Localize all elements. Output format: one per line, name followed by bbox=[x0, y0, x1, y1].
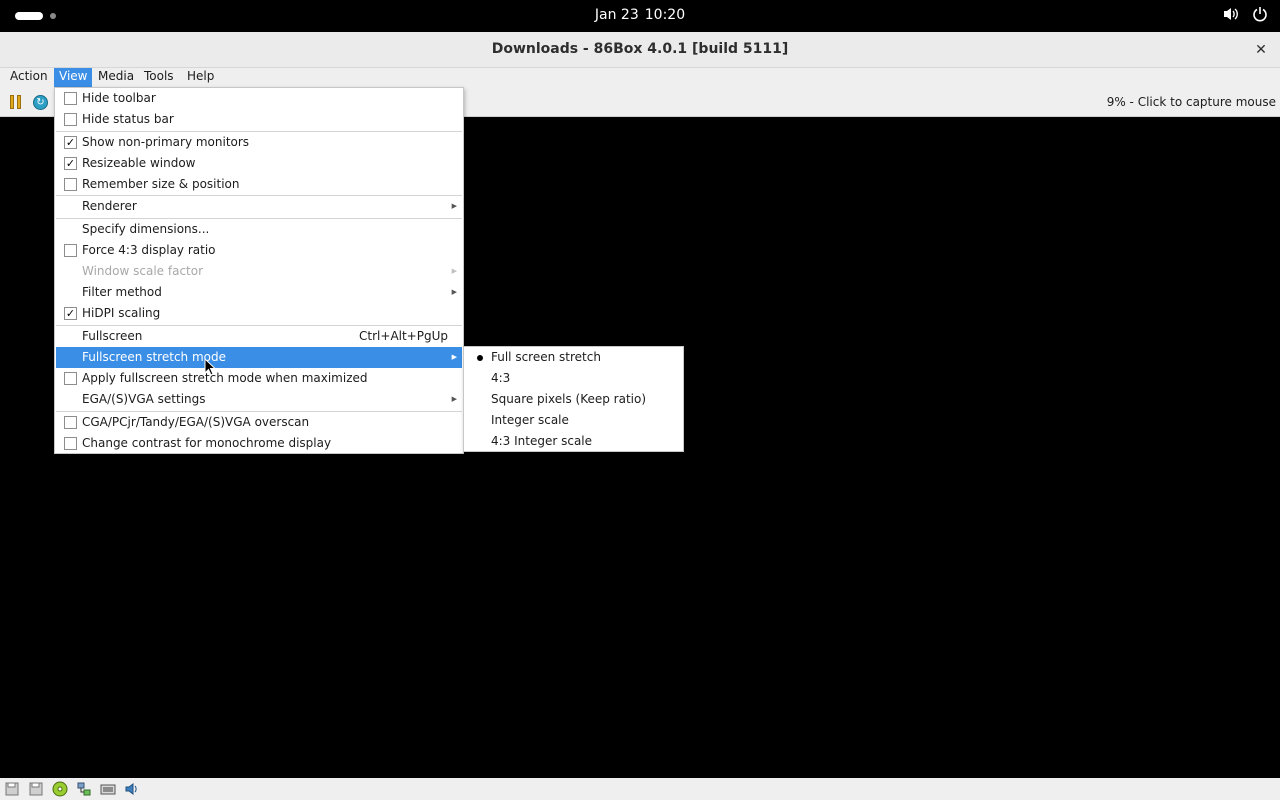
menu-item-window-scale-factor: Window scale factor ▶ bbox=[56, 261, 462, 282]
floppy-1-icon[interactable] bbox=[3, 781, 21, 797]
menu-tools[interactable]: Tools bbox=[139, 68, 179, 87]
checkbox-unchecked-icon[interactable] bbox=[64, 178, 77, 191]
menu-item-ega-svga-settings[interactable]: EGA/(S)VGA settings ▶ bbox=[56, 389, 462, 410]
submenu-arrow-icon: ▶ bbox=[451, 395, 457, 403]
menu-item-label: EGA/(S)VGA settings bbox=[82, 392, 206, 406]
submenu-item-4-3-integer-scale[interactable]: 4:3 Integer scale bbox=[465, 431, 682, 452]
system-top-bar: Jan 23 10:20 bbox=[0, 0, 1280, 32]
menu-item-label: Window scale factor bbox=[82, 264, 204, 278]
menu-bar: Action View Media Tools Help bbox=[0, 68, 1280, 88]
submenu-arrow-icon: ▶ bbox=[451, 267, 457, 275]
menu-item-label: Filter method bbox=[82, 285, 162, 299]
menu-item-label: Remember size & position bbox=[82, 177, 240, 191]
submenu-item-integer-scale[interactable]: Integer scale bbox=[465, 410, 682, 431]
checkbox-checked-icon[interactable]: ✓ bbox=[64, 136, 77, 149]
clock-date: Jan 23 bbox=[594, 7, 639, 23]
menu-item-force-4-3-ratio[interactable]: Force 4:3 display ratio bbox=[56, 240, 462, 261]
floppy-2-icon[interactable] bbox=[27, 781, 45, 797]
menu-item-label: Fullscreen bbox=[82, 329, 143, 343]
submenu-item-label: 4:3 bbox=[491, 371, 511, 385]
menu-item-show-non-primary-monitors[interactable]: ✓ Show non-primary monitors bbox=[56, 132, 462, 153]
menu-item-label: Apply fullscreen stretch mode when maxim… bbox=[82, 371, 368, 385]
menu-item-label: HiDPI scaling bbox=[82, 306, 161, 320]
checkbox-unchecked-icon[interactable] bbox=[64, 113, 77, 126]
cdrom-icon[interactable] bbox=[51, 781, 69, 797]
menu-item-hidpi-scaling[interactable]: ✓ HiDPI scaling bbox=[56, 303, 462, 324]
window-title: Downloads - 86Box 4.0.1 [build 5111] bbox=[491, 41, 789, 57]
menu-action[interactable]: Action bbox=[5, 68, 53, 87]
pause-icon[interactable] bbox=[10, 95, 22, 109]
menu-item-renderer[interactable]: Renderer ▶ bbox=[56, 196, 462, 217]
sound-icon[interactable] bbox=[123, 781, 141, 797]
menu-item-apply-stretch-when-maximized[interactable]: Apply fullscreen stretch mode when maxim… bbox=[56, 368, 462, 389]
keyboard-icon[interactable] bbox=[99, 781, 117, 797]
menu-item-hide-toolbar[interactable]: Hide toolbar bbox=[56, 88, 462, 109]
menu-item-hide-status-bar[interactable]: Hide status bar bbox=[56, 109, 462, 130]
menu-item-remember-size-position[interactable]: Remember size & position bbox=[56, 174, 462, 195]
clock-time: 10:20 bbox=[644, 7, 686, 23]
checkbox-checked-icon[interactable]: ✓ bbox=[64, 307, 77, 320]
menu-item-resizeable-window[interactable]: ✓ Resizeable window bbox=[56, 153, 462, 174]
submenu-arrow-icon: ▶ bbox=[451, 288, 457, 296]
menu-item-label: Hide status bar bbox=[82, 112, 174, 126]
mouse-pointer-icon bbox=[204, 357, 217, 379]
menu-item-label: Resizeable window bbox=[82, 156, 196, 170]
menu-item-monochrome-contrast[interactable]: Change contrast for monochrome display bbox=[56, 433, 462, 454]
menu-item-fullscreen-stretch-mode[interactable]: Fullscreen stretch mode ▶ bbox=[56, 347, 462, 368]
system-tray[interactable] bbox=[1222, 6, 1268, 22]
submenu-item-full-screen-stretch[interactable]: Full screen stretch bbox=[465, 347, 682, 368]
menu-help[interactable]: Help bbox=[182, 68, 219, 87]
submenu-arrow-icon: ▶ bbox=[451, 202, 457, 210]
submenu-item-label: 4:3 Integer scale bbox=[491, 434, 593, 448]
power-icon[interactable] bbox=[1252, 6, 1268, 22]
menu-item-specify-dimensions[interactable]: Specify dimensions... bbox=[56, 219, 462, 240]
menu-item-label: Show non-primary monitors bbox=[82, 135, 250, 149]
reset-icon[interactable]: ↻ bbox=[33, 95, 48, 110]
network-icon[interactable] bbox=[75, 781, 93, 797]
submenu-item-square-pixels[interactable]: Square pixels (Keep ratio) bbox=[465, 389, 682, 410]
menu-item-label: Renderer bbox=[82, 199, 137, 213]
menu-view[interactable]: View bbox=[54, 68, 93, 87]
submenu-item-4-3[interactable]: 4:3 bbox=[465, 368, 682, 389]
submenu-item-label: Integer scale bbox=[491, 413, 569, 427]
menu-item-filter-method[interactable]: Filter method ▶ bbox=[56, 282, 462, 303]
submenu-item-label: Full screen stretch bbox=[491, 350, 601, 364]
checkbox-unchecked-icon[interactable] bbox=[64, 437, 77, 450]
view-menu: Hide toolbar Hide status bar ✓ Show non-… bbox=[54, 87, 464, 454]
menu-item-label: Change contrast for monochrome display bbox=[82, 436, 332, 450]
menu-item-label: Hide toolbar bbox=[82, 91, 156, 105]
submenu-arrow-icon: ▶ bbox=[451, 353, 457, 361]
menu-item-label: CGA/PCjr/Tandy/EGA/(S)VGA overscan bbox=[82, 415, 310, 429]
menu-item-label: Force 4:3 display ratio bbox=[82, 243, 216, 257]
menu-item-fullscreen[interactable]: Fullscreen Ctrl+Alt+PgUp bbox=[56, 326, 462, 347]
checkbox-unchecked-icon[interactable] bbox=[64, 372, 77, 385]
volume-icon[interactable] bbox=[1222, 6, 1240, 22]
shortcut-label: Ctrl+Alt+PgUp bbox=[359, 329, 448, 343]
submenu-item-label: Square pixels (Keep ratio) bbox=[491, 392, 647, 406]
menu-media[interactable]: Media bbox=[93, 68, 139, 87]
menu-item-label: Specify dimensions... bbox=[82, 222, 210, 236]
radio-selected-icon bbox=[477, 355, 483, 361]
menu-item-overscan[interactable]: CGA/PCjr/Tandy/EGA/(S)VGA overscan bbox=[56, 412, 462, 433]
checkbox-checked-icon[interactable]: ✓ bbox=[64, 157, 77, 170]
close-window-button[interactable]: ✕ bbox=[1252, 41, 1270, 59]
checkbox-unchecked-icon[interactable] bbox=[64, 416, 77, 429]
status-bar bbox=[0, 778, 1280, 800]
window-titlebar[interactable]: Downloads - 86Box 4.0.1 [build 5111] ✕ bbox=[0, 32, 1280, 68]
clock[interactable]: Jan 23 10:20 bbox=[0, 7, 1280, 23]
mouse-capture-status[interactable]: 9% - Click to capture mouse bbox=[1107, 95, 1276, 109]
stretch-mode-submenu: Full screen stretch 4:3 Square pixels (K… bbox=[463, 346, 684, 452]
checkbox-unchecked-icon[interactable] bbox=[64, 244, 77, 257]
checkbox-unchecked-icon[interactable] bbox=[64, 92, 77, 105]
